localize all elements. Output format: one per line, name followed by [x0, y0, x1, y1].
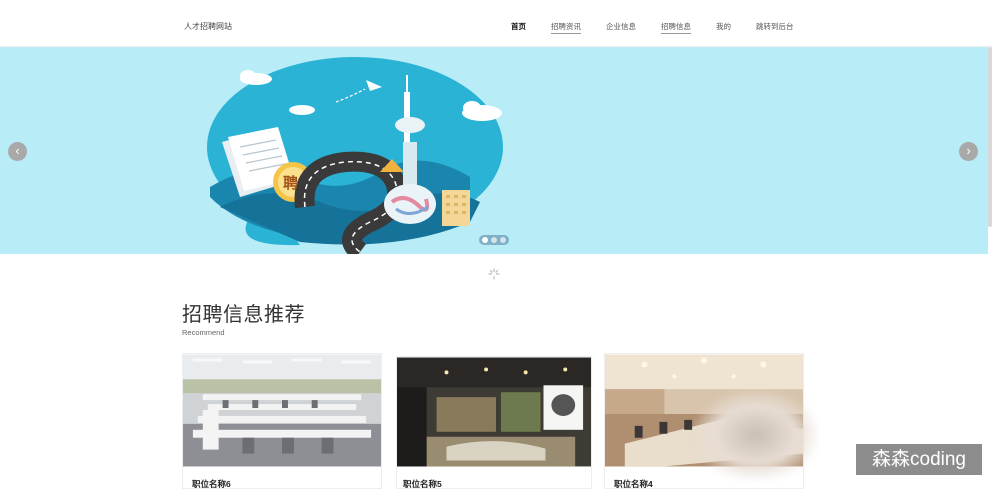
- job-title[interactable]: 职位名称4: [614, 478, 653, 488]
- nav-item-job-info[interactable]: 招聘信息: [661, 21, 691, 34]
- page-scrollbar[interactable]: [988, 47, 992, 227]
- nav-item-company-info[interactable]: 企业信息: [606, 21, 636, 32]
- nav-item-mine[interactable]: 我的: [716, 21, 731, 32]
- nav-item-admin-jump[interactable]: 跳转到后台: [756, 21, 794, 32]
- carousel-next-button[interactable]: ›: [959, 142, 978, 161]
- job-title[interactable]: 职位名称5: [403, 478, 442, 488]
- carousel-dot-1[interactable]: [482, 237, 488, 243]
- chevron-right-icon: ›: [966, 143, 971, 158]
- section-title: 招聘信息推荐: [182, 304, 305, 326]
- job-card[interactable]: 职位名称5: [396, 356, 592, 489]
- watermark: 森森coding: [856, 444, 982, 475]
- carousel-prev-button[interactable]: ‹: [8, 142, 27, 161]
- loading-spinner-icon: [488, 268, 500, 280]
- nav-item-recruit-news[interactable]: 招聘资讯: [551, 21, 581, 34]
- nav-item-home[interactable]: 首页: [511, 21, 526, 32]
- blurred-overlay: [694, 390, 818, 480]
- open-office-image: [183, 354, 381, 467]
- job-title[interactable]: 职位名称6: [192, 478, 231, 488]
- carousel-indicators: [479, 235, 509, 245]
- section-subtitle: Recommend: [182, 328, 225, 337]
- top-navigation-bar: 人才招聘网站 首页 招聘资讯 企业信息 招聘信息 我的 跳转到后台: [0, 0, 992, 47]
- chevron-left-icon: ‹: [15, 143, 20, 158]
- carousel-dot-2[interactable]: [491, 237, 497, 243]
- carousel-dot-3[interactable]: [500, 237, 506, 243]
- badge-text: 聘: [283, 175, 299, 192]
- banner-carousel[interactable]: 聘: [0, 47, 988, 254]
- main-nav: 首页 招聘资讯 企业信息 招聘信息 我的 跳转到后台: [0, 21, 992, 34]
- lounge-office-image: [397, 357, 591, 467]
- job-card[interactable]: 职位名称6: [182, 353, 382, 489]
- banner-illustration: [207, 57, 503, 254]
